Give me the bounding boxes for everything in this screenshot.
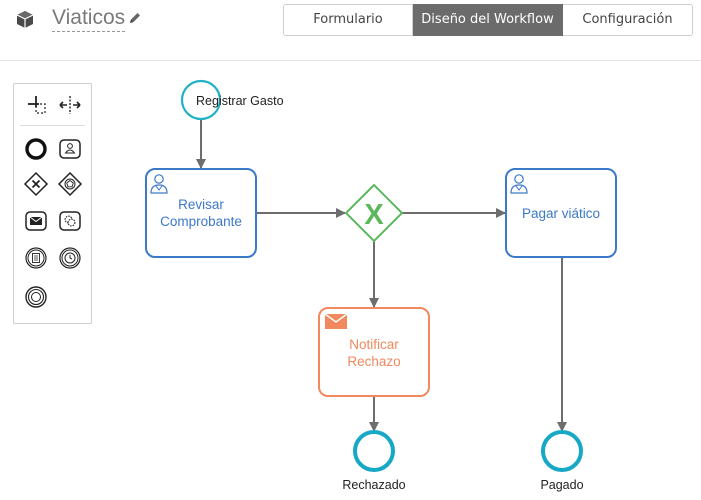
task-notificar-label: Notificar Rechazo [319,336,429,370]
task-pagar-line1: Pagar viático [521,206,601,221]
start-event-label: Registrar Gasto [196,94,284,108]
task-revisar-line1: Revisar [178,197,224,212]
end-event-rechazado-label: Rechazado [342,478,406,492]
task-revisar-label: Revisar Comprobante [146,196,256,230]
workflow-canvas: X [145,79,617,472]
task-notificar-line2: Rechazo [347,354,401,369]
end-event-rechazado[interactable] [353,430,395,472]
gateway-x-symbol: X [364,199,384,231]
task-pagar-label: Pagar viático [506,205,616,222]
envelope-icon [324,313,348,329]
task-revisar-line2: Comprobante [160,214,242,229]
task-notificar-line1: Notificar [349,337,399,352]
end-event-pagado-label: Pagado [540,478,584,492]
end-event-pagado[interactable] [541,430,583,472]
